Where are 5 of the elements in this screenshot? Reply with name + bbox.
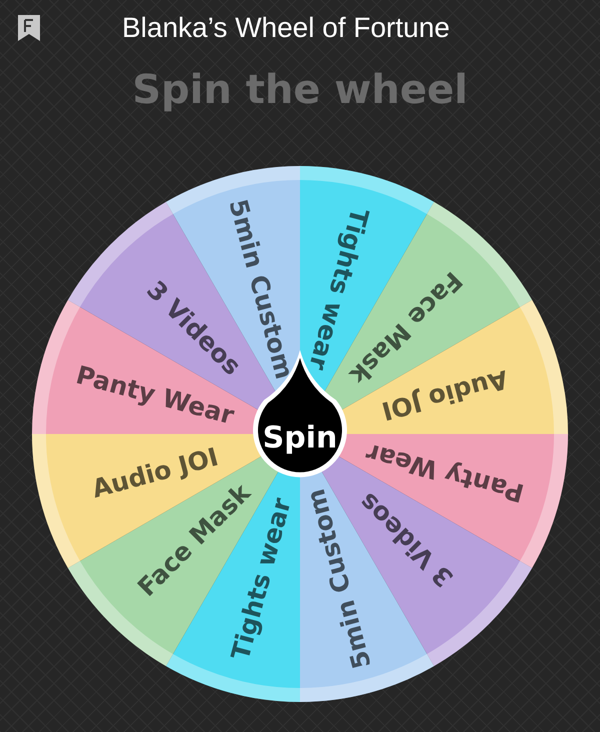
segment-label: Audio JOI [88, 442, 222, 504]
segment-label: Audio JOI [378, 364, 512, 426]
app-title: Blanka’s Wheel of Fortune [122, 11, 450, 45]
bookmark-icon[interactable] [16, 13, 42, 43]
page-heading: Spin the wheel [132, 70, 468, 110]
